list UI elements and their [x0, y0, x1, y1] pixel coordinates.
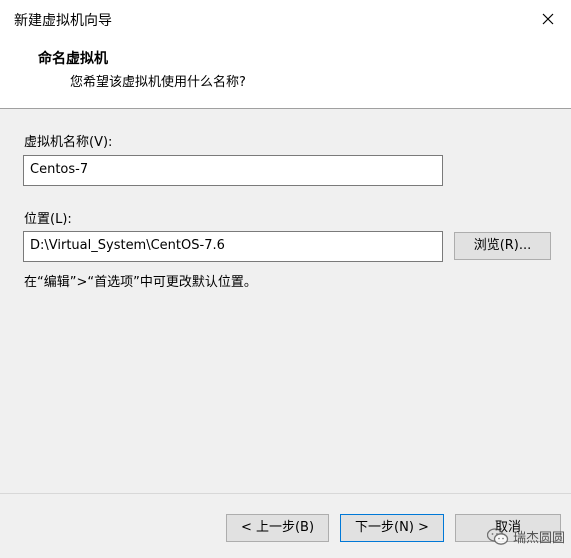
vm-name-input[interactable]: Centos-7 — [23, 155, 443, 186]
close-icon — [542, 13, 554, 25]
location-hint: 在“编辑”>“首选项”中可更改默认位置。 — [24, 275, 257, 290]
page-subtitle: 您希望该虚拟机使用什么名称? — [70, 75, 246, 90]
title-bar: 新建虚拟机向导 — [0, 0, 571, 38]
close-button[interactable] — [525, 0, 571, 38]
wizard-header: 命名虚拟机 您希望该虚拟机使用什么名称? — [0, 38, 571, 109]
location-input[interactable]: D:\Virtual_System\CentOS-7.6 — [23, 231, 443, 262]
back-button[interactable]: < 上一步(B) — [226, 514, 329, 542]
page-title: 命名虚拟机 — [38, 51, 108, 67]
watermark-text: 瑞杰圆圆 — [512, 531, 565, 546]
window-title: 新建虚拟机向导 — [14, 13, 112, 29]
next-button[interactable]: 下一步(N) > — [340, 514, 444, 542]
watermark: 瑞杰圆圆 — [486, 527, 565, 546]
wechat-icon — [486, 527, 509, 545]
footer-divider — [0, 493, 571, 494]
browse-button[interactable]: 浏览(R)... — [454, 232, 551, 260]
vm-name-label: 虚拟机名称(V): — [24, 135, 113, 150]
location-label: 位置(L): — [24, 212, 72, 227]
